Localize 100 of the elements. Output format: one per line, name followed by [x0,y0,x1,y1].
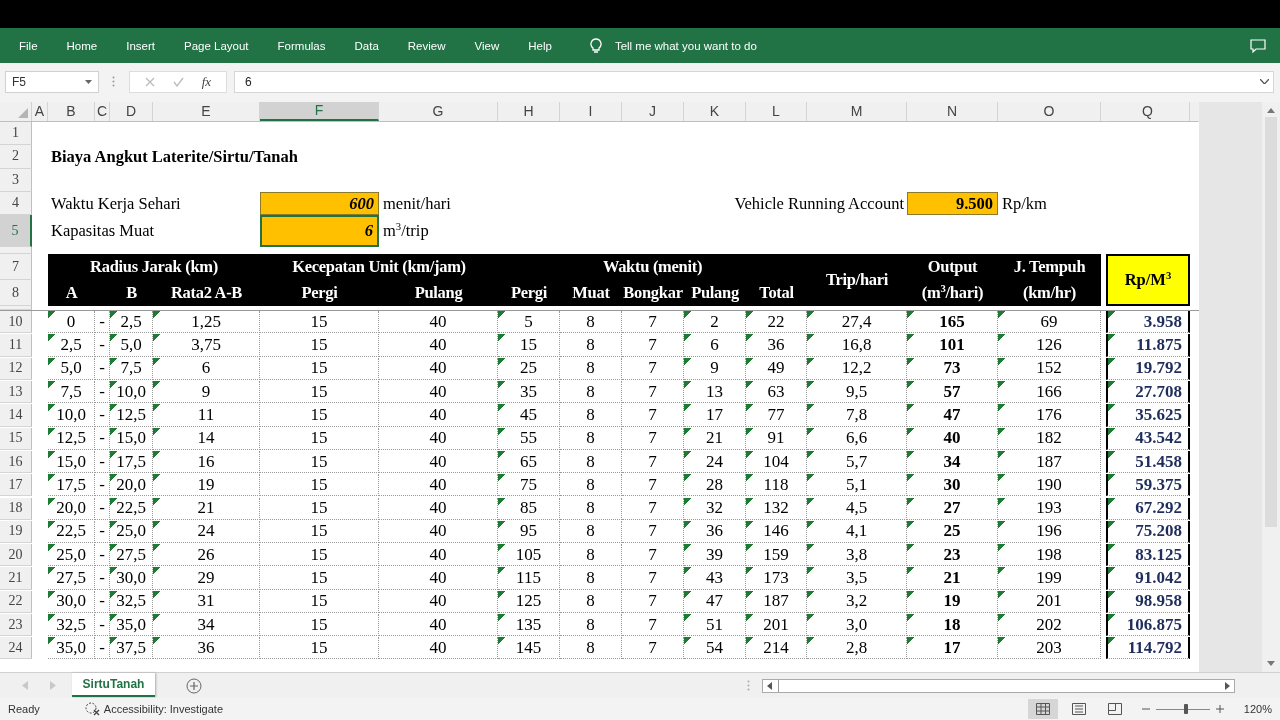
row-header[interactable]: 2 [0,145,32,169]
column-header[interactable]: F [260,102,379,121]
ribbon-tab[interactable]: Review [407,39,446,52]
table-cell: 40 [379,590,498,613]
row-header[interactable]: 20 [0,544,32,567]
row-header[interactable]: 14 [0,404,32,427]
ribbon-tab[interactable]: Formulas [277,39,326,52]
table-cell: 21 [907,567,998,590]
check-icon[interactable] [172,76,184,87]
column-header[interactable]: I [560,102,622,121]
zoom-in-icon[interactable] [1215,705,1224,713]
table-cell: 30,0 [110,567,153,590]
table-cell: 8 [560,450,622,474]
table-cell: 25 [907,520,998,543]
table-cell: - [95,637,110,660]
table-cell: 49 [746,357,807,380]
column-header[interactable]: O [998,102,1101,121]
hidden-row-marker[interactable] [0,247,32,255]
expand-icon[interactable] [1260,79,1269,84]
sheet-title: Biaya Angkut Laterite/Sirtu/Tanah [50,145,299,168]
tell-me-search[interactable]: Tell me what you want to do [614,39,757,52]
row-header[interactable]: 5 [0,215,32,248]
column-header[interactable]: H [498,102,560,121]
column-header[interactable]: C [95,102,110,121]
input-cell[interactable]: 9.500 [907,191,998,216]
row-header[interactable]: 16 [0,450,32,474]
row-header[interactable]: 22 [0,590,32,613]
zoom-level[interactable]: 120% [1243,703,1272,715]
column-header[interactable]: N [907,102,998,121]
column-heading: Total [758,282,795,305]
row-header[interactable]: 18 [0,497,32,520]
view-button[interactable] [1027,699,1058,719]
scroll-left-icon[interactable] [767,681,772,690]
column-header[interactable]: K [684,102,746,121]
select-all-icon[interactable] [18,107,28,118]
ribbon-tab[interactable]: Home [66,39,98,52]
ribbon-tab[interactable]: File [19,39,38,52]
row-header[interactable]: 4 [0,191,32,216]
table-cell: 3,5 [807,567,907,590]
drag-handle-icon[interactable] [112,76,115,87]
column-heading: Pulang [690,282,740,305]
row-header[interactable]: 1 [0,122,32,146]
hidden-row-marker[interactable] [0,306,32,311]
row-header[interactable]: 24 [0,637,32,660]
row-header[interactable]: 15 [0,427,32,450]
zoom-out-icon[interactable] [1141,705,1150,713]
scroll-right-icon[interactable] [1225,681,1230,690]
column-header[interactable]: J [622,102,684,121]
row-header[interactable]: 17 [0,474,32,497]
scroll-up-icon[interactable] [1267,108,1275,113]
comment-icon[interactable] [1250,38,1266,53]
row-header[interactable]: 12 [0,357,32,380]
column-header[interactable]: A [32,102,48,121]
accessibility-status[interactable]: Accessibility: Investigate [103,703,223,715]
table-cell: 145 [498,637,560,660]
column-header[interactable]: L [746,102,807,121]
ribbon-tab[interactable]: View [474,39,500,52]
row-header[interactable]: 19 [0,520,32,543]
scroll-down-icon[interactable] [1267,661,1275,666]
cancel-icon[interactable] [144,76,155,87]
name-box[interactable]: F5 [5,70,99,93]
sheet-tab[interactable]: SirtuTanah [72,673,155,697]
horizontal-scrollbar[interactable] [762,678,1235,693]
accessibility-icon[interactable] [84,702,101,716]
ribbon-tab[interactable]: Page Layout [184,39,249,52]
column-header[interactable]: M [807,102,907,121]
row-header[interactable]: 11 [0,334,32,357]
table-cell: 201 [998,590,1101,613]
table-cell: 15 [260,614,379,637]
input-cell[interactable]: 600 [260,191,379,216]
row-header[interactable]: 10 [0,311,32,334]
table-cell: 101 [907,334,998,357]
row-header[interactable]: 13 [0,381,32,404]
input-cell[interactable]: 6 [260,215,379,248]
table-cell: 32,5 [110,590,153,613]
formula-field[interactable]: 6 [234,70,1274,93]
ribbon-tab[interactable]: Help [528,39,552,52]
table-cell: 7 [622,381,684,404]
column-header[interactable]: G [379,102,498,121]
row-header[interactable]: 8 [0,280,32,307]
table-cell: 7 [622,427,684,450]
column-header[interactable]: B [48,102,95,121]
add-sheet-icon[interactable] [186,677,202,694]
row-header[interactable]: 7 [0,254,32,281]
insert-function-button[interactable]: fx [201,73,212,90]
column-header[interactable]: Q [1106,102,1190,121]
row-header[interactable]: 21 [0,567,32,590]
column-header[interactable]: D [110,102,153,121]
row-header[interactable]: 3 [0,168,32,192]
ribbon-tab[interactable]: Data [354,39,379,52]
table-cell: 8 [560,357,622,380]
table-cell: - [95,544,110,567]
row-header[interactable]: 23 [0,614,32,637]
table-cell: 57 [907,381,998,404]
table-cell: 15 [260,520,379,543]
table-cell: 152 [998,357,1101,380]
input-label: Vehicle Running Account [734,193,905,214]
table-cell: 19 [153,474,260,497]
table-cell: 54 [684,637,746,660]
ribbon-tab[interactable]: Insert [126,39,155,52]
